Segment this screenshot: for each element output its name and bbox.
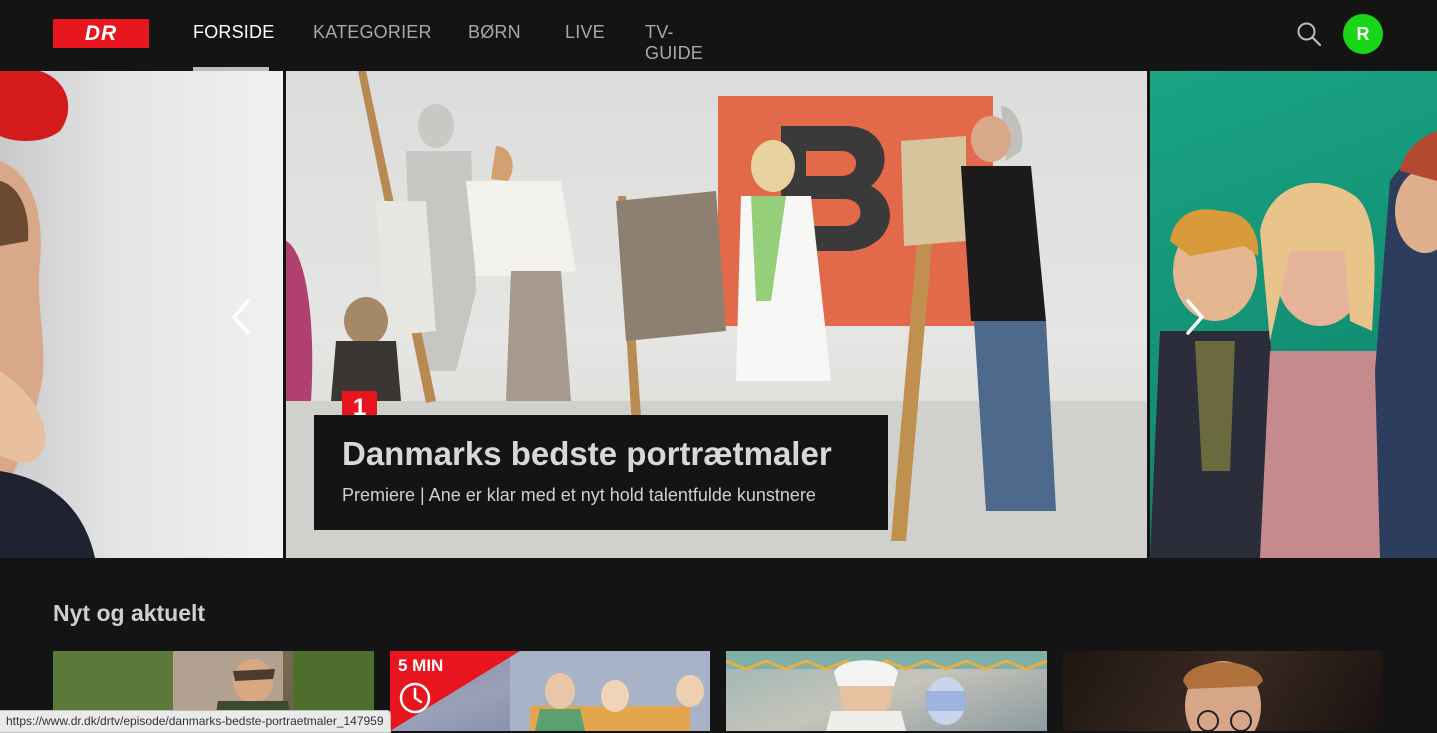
avatar-initial: R bbox=[1356, 23, 1370, 44]
hero-carousel: 1 Danmarks bedste portrætmaler Premiere … bbox=[0, 71, 1437, 558]
content-tile[interactable] bbox=[1063, 651, 1383, 731]
nav-item-kategorier[interactable]: KATEGORIER bbox=[313, 22, 432, 43]
dr-logo[interactable]: DR bbox=[53, 19, 149, 48]
duration-label: 5 MIN bbox=[398, 656, 444, 675]
nav-item-forside[interactable]: FORSIDE bbox=[193, 22, 274, 43]
status-bar-url: https://www.dr.dk/drtv/episode/danmarks-… bbox=[0, 710, 391, 733]
chevron-right-icon[interactable] bbox=[1180, 297, 1210, 337]
clock-icon bbox=[399, 682, 431, 714]
user-avatar[interactable]: R bbox=[1343, 14, 1383, 54]
content-tile[interactable] bbox=[726, 651, 1047, 731]
tile-thumbnail bbox=[726, 651, 1047, 731]
section-title: Nyt og aktuelt bbox=[53, 600, 206, 626]
nav-item-born[interactable]: BØRN bbox=[468, 22, 521, 43]
tile-thumbnail bbox=[1183, 661, 1263, 731]
search-icon[interactable] bbox=[1295, 20, 1323, 48]
logo-text: DR bbox=[84, 21, 118, 45]
top-navigation-bar: DR FORSIDE KATEGORIER BØRN LIVE TV-GUIDE… bbox=[0, 0, 1437, 71]
chevron-left-icon[interactable] bbox=[226, 297, 256, 337]
nav-item-tv-guide[interactable]: TV-GUIDE bbox=[645, 22, 703, 64]
hero-title: Danmarks bedste portrætmaler bbox=[342, 435, 832, 472]
nav-item-live[interactable]: LIVE bbox=[565, 22, 605, 43]
hero-caption[interactable]: Danmarks bedste portrætmaler Premiere | … bbox=[314, 415, 888, 530]
content-tile[interactable]: 5 MIN bbox=[390, 651, 710, 731]
hero-subtitle: Premiere | Ane er klar med et nyt hold t… bbox=[342, 485, 816, 505]
